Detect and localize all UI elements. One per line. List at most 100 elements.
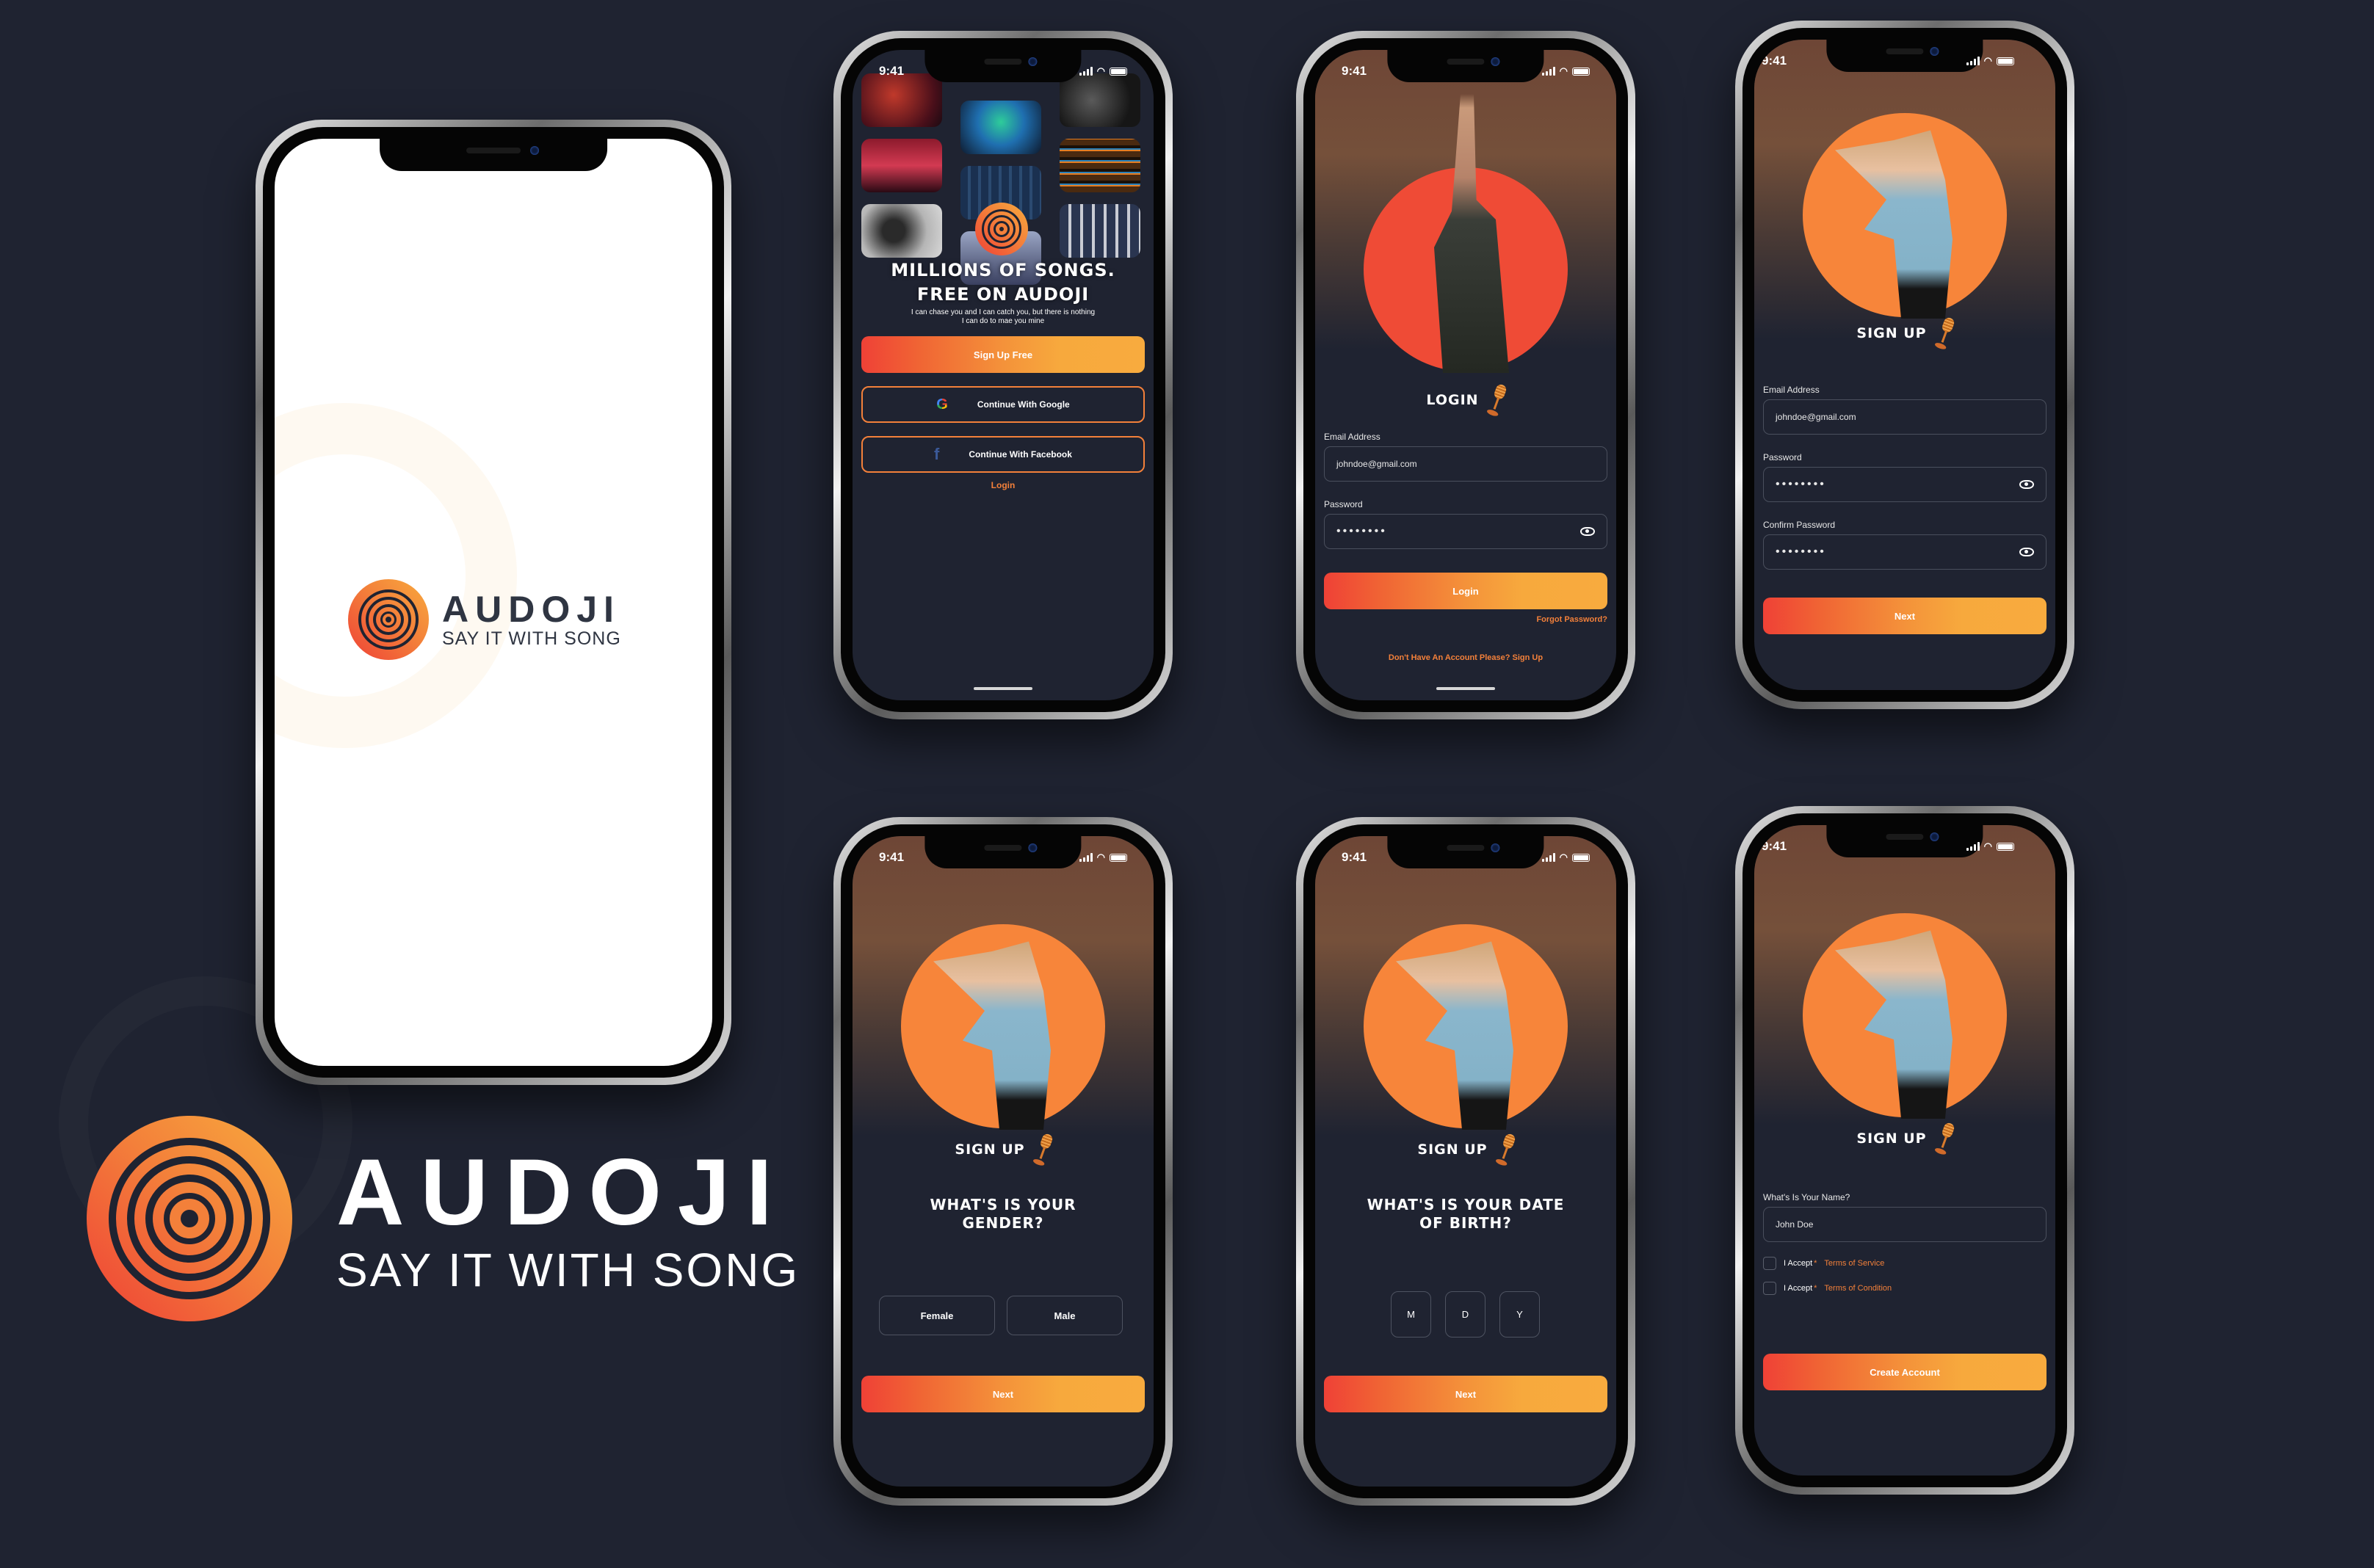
wifi-icon: ◠	[1983, 55, 1992, 66]
signal-icon	[1541, 67, 1555, 76]
login-link[interactable]: Login	[853, 480, 1154, 490]
terms-condition-checkbox[interactable]	[1763, 1282, 1776, 1295]
gender-option-male[interactable]: Male	[1007, 1296, 1123, 1335]
dob-year-field[interactable]: Y	[1499, 1291, 1540, 1337]
photo-headphones-sheet-music	[861, 204, 942, 258]
signal-icon	[1079, 67, 1093, 76]
photo-crowd-lights	[960, 101, 1041, 154]
facebook-icon: f	[934, 445, 940, 463]
wifi-icon: ◠	[1983, 841, 1992, 852]
splash-logo: AUDOJI SAY IT WITH SONG	[348, 579, 621, 660]
phone-login: 9:41 ◠ LOGIN Email Address johndoe@gmail…	[1296, 31, 1635, 719]
eye-icon[interactable]	[1580, 527, 1595, 536]
signal-icon	[1966, 842, 1980, 851]
phone-signup-gender: 9:41 ◠ SIGN UP WHAT'S IS YOUR GENDER? Fe…	[833, 817, 1173, 1506]
password-field[interactable]: ••••••••	[1763, 467, 2047, 502]
terms-service-checkbox[interactable]	[1763, 1257, 1776, 1270]
dob-day-field[interactable]: D	[1445, 1291, 1485, 1337]
eye-icon[interactable]	[2019, 480, 2034, 489]
status-time: 9:41	[1762, 839, 1787, 853]
forgot-password-link[interactable]: Forgot Password?	[1536, 615, 1607, 624]
photo-crowd-hands-red	[861, 139, 942, 192]
login-button[interactable]: Login	[1324, 573, 1607, 609]
dob-question: WHAT'S IS YOUR DATE OF BIRTH?	[1367, 1196, 1565, 1232]
login-screen: 9:41 ◠ LOGIN Email Address johndoe@gmail…	[1315, 50, 1616, 700]
confirm-password-label: Confirm Password	[1763, 520, 1836, 530]
battery-icon	[1572, 853, 1590, 862]
signal-icon	[1541, 853, 1555, 862]
signup-title-row: SIGN UP	[853, 1132, 1154, 1168]
gender-question: WHAT'S IS YOUR GENDER?	[930, 1196, 1076, 1232]
phone-signup-dob: 9:41 ◠ SIGN UP WHAT'S IS YOUR DATE OF BI…	[1296, 817, 1635, 1506]
accept-terms-condition-row: I Accept * Terms of Condition	[1763, 1282, 1892, 1295]
disc-logo-icon	[975, 203, 1028, 255]
password-label: Password	[1324, 499, 1363, 509]
email-field[interactable]: johndoe@gmail.com	[1324, 446, 1607, 482]
welcome-screen: 9:41 ◠ MILLIONS OF SONGS. FREE ON AUDOJI	[853, 50, 1154, 700]
next-button[interactable]: Next	[1324, 1376, 1607, 1412]
next-button[interactable]: Next	[861, 1376, 1145, 1412]
welcome-subtitle: I can chase you and I can catch you, but…	[911, 308, 1096, 325]
home-indicator	[974, 687, 1032, 690]
password-label: Password	[1763, 452, 1802, 462]
status-bar: 9:41 ◠	[1754, 48, 2055, 73]
microphone-icon	[1030, 1132, 1057, 1168]
terms-of-service-link[interactable]: Terms of Service	[1824, 1259, 1884, 1268]
sign-up-free-button[interactable]: Sign Up Free	[861, 336, 1145, 373]
photo-mixer-leds	[1060, 139, 1140, 192]
splash-brand-name: AUDOJI	[442, 588, 620, 630]
create-account-button[interactable]: Create Account	[1763, 1354, 2047, 1390]
dob-month-field[interactable]: M	[1391, 1291, 1431, 1337]
status-bar: 9:41 ◠	[1315, 59, 1616, 84]
disc-logo-icon	[348, 579, 429, 660]
signup-title: SIGN UP	[955, 1141, 1025, 1158]
phone-signup-name: 9:41 ◠ SIGN UP What's Is Your Name? John…	[1735, 806, 2074, 1495]
wifi-icon: ◠	[1096, 852, 1105, 863]
photo-mixing-faders	[1060, 204, 1140, 258]
accept-terms-service-row: I Accept * Terms of Service	[1763, 1257, 1884, 1270]
brand-tagline: SAY IT WITH SONG	[336, 1244, 800, 1296]
signup-title: SIGN UP	[1856, 1130, 1927, 1147]
email-field[interactable]: johndoe@gmail.com	[1763, 399, 2047, 435]
continue-google-button[interactable]: G Continue With Google	[861, 386, 1145, 423]
status-bar: 9:41 ◠	[1754, 834, 2055, 859]
status-time: 9:41	[1762, 54, 1787, 68]
microphone-icon	[1932, 316, 1958, 352]
status-time: 9:41	[879, 850, 905, 864]
status-time: 9:41	[1342, 850, 1367, 864]
battery-icon	[1572, 67, 1590, 76]
google-icon: G	[936, 396, 948, 413]
login-title: LOGIN	[1426, 392, 1479, 408]
notch	[380, 139, 607, 171]
splash-screen: AUDOJI SAY IT WITH SONG	[275, 139, 712, 1066]
signup-title-row: SIGN UP	[1315, 1132, 1616, 1167]
phone-splash: AUDOJI SAY IT WITH SONG	[256, 120, 731, 1085]
brand-logo: AUDOJI SAY IT WITH SONG	[87, 1116, 800, 1321]
microphone-icon	[1484, 382, 1510, 418]
battery-icon	[1997, 842, 2014, 851]
password-field[interactable]: ••••••••	[1324, 514, 1607, 549]
email-label: Email Address	[1763, 385, 1820, 395]
signup-name-screen: 9:41 ◠ SIGN UP What's Is Your Name? John…	[1754, 825, 2055, 1476]
microphone-icon	[1932, 1121, 1958, 1157]
next-button[interactable]: Next	[1763, 598, 2047, 634]
signal-icon	[1966, 57, 1980, 65]
terms-of-condition-link[interactable]: Terms of Condition	[1824, 1284, 1892, 1293]
splash-tagline: SAY IT WITH SONG	[442, 628, 621, 649]
signup-title: SIGN UP	[1417, 1141, 1488, 1158]
continue-facebook-button[interactable]: f Continue With Facebook	[861, 436, 1145, 473]
confirm-password-field[interactable]: ••••••••	[1763, 534, 2047, 570]
signup-title-row: SIGN UP	[1754, 1121, 2055, 1157]
email-label: Email Address	[1324, 432, 1380, 442]
splash-disc-watermark	[275, 403, 517, 748]
name-field[interactable]: John Doe	[1763, 1207, 2047, 1242]
signal-icon	[1079, 853, 1093, 862]
name-label: What's Is Your Name?	[1763, 1192, 1850, 1202]
wifi-icon: ◠	[1559, 65, 1568, 76]
home-indicator	[1436, 687, 1495, 690]
signup-prompt-link[interactable]: Don't Have An Account Please? Sign Up	[1315, 653, 1616, 662]
phone-signup-credentials: 9:41 ◠ SIGN UP Email Address johndoe@gma…	[1735, 21, 2074, 709]
battery-icon	[1997, 57, 2014, 65]
gender-option-female[interactable]: Female	[879, 1296, 995, 1335]
eye-icon[interactable]	[2019, 548, 2034, 556]
